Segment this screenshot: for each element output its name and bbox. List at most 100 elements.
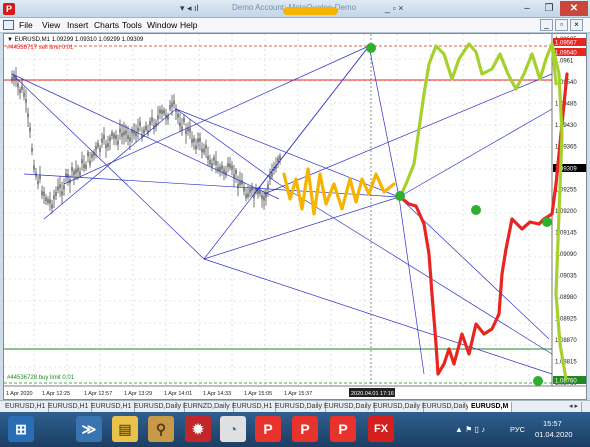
mdi-restore-button[interactable]: ▫: [555, 19, 568, 31]
candle-body: [121, 132, 123, 137]
candle-body: [267, 184, 269, 189]
candle-body: [105, 144, 107, 149]
trend-line: [43, 108, 177, 220]
candle-body: [63, 185, 65, 190]
menu-window[interactable]: Window: [147, 20, 177, 30]
chart-tab[interactable]: EURUSD,Daily: [131, 402, 186, 412]
trend-line: [368, 45, 400, 198]
candle-body: [25, 99, 27, 104]
menu-insert[interactable]: Insert: [67, 20, 88, 30]
candle-body: [37, 180, 39, 185]
chart-symbol-header: ▼ EURUSD,M1 1.09299 1.09310 1.09299 1.09…: [7, 37, 144, 43]
chart-tab[interactable]: EURUSD,Daily: [272, 402, 327, 412]
candle-body: [277, 158, 279, 163]
menu-charts[interactable]: Charts: [94, 20, 119, 30]
chart-app-icon[interactable]: ◔: [220, 416, 246, 442]
inner-window-controls[interactable]: _ ▫ ×: [385, 3, 421, 15]
candle-body: [85, 164, 87, 169]
chart-tab[interactable]: EURUSD,Daily: [321, 402, 376, 412]
minimize-button[interactable]: –: [516, 1, 538, 16]
broom-icon[interactable]: ⚲: [148, 416, 174, 442]
language-indicator[interactable]: РУС: [510, 425, 525, 434]
chart-tab[interactable]: EURUSD,Daily: [419, 402, 474, 412]
folder-icon[interactable]: ▤: [112, 416, 138, 442]
trend-line: [175, 108, 280, 185]
candle-body: [215, 160, 217, 165]
app-logo-icon[interactable]: P: [3, 3, 15, 15]
candle-body: [191, 139, 193, 144]
candle-body: [11, 76, 13, 81]
candle-body: [47, 198, 49, 203]
candle-body: [219, 166, 221, 171]
quick-toolbar[interactable]: ▾ ◂ ıl: [180, 3, 230, 15]
candle-body: [101, 138, 103, 143]
chart-tab[interactable]: EURUSD,Daily: [370, 402, 425, 412]
chart-tab-bar: EURUSD,H1 EURUSD,H1 EURUSD,H1 EURUSD,Daily E…: [0, 400, 590, 412]
candle-body: [263, 196, 265, 201]
p-app-icon-2[interactable]: P: [292, 416, 318, 442]
candle-body: [173, 100, 175, 105]
maximize-button[interactable]: ❐: [538, 1, 560, 16]
candle-body: [119, 128, 121, 133]
price-axis-label: 1.09485: [555, 102, 577, 108]
chart-tab[interactable]: EURUSD,H1: [2, 402, 50, 412]
menu-view[interactable]: View: [42, 20, 60, 30]
candle-body: [77, 167, 79, 172]
chart-canvas[interactable]: 1.096051.09611.095401.094851.094301.0936…: [4, 34, 587, 400]
p-app-icon[interactable]: P: [255, 416, 281, 442]
candle-body: [227, 163, 229, 168]
candle-body: [103, 135, 105, 140]
candle-body: [175, 108, 177, 113]
p-app-icon-3[interactable]: P: [330, 416, 356, 442]
candle-body: [135, 132, 137, 137]
chart-tab[interactable]: EURUSD,M: [468, 402, 513, 412]
tray-icons[interactable]: ▲ ⚑ ▯ ♪: [455, 425, 485, 434]
candle-body: [183, 117, 185, 122]
tab-scroll-arrows[interactable]: ◂ ▸: [566, 402, 582, 412]
candle-body: [45, 197, 47, 202]
candle-body: [247, 193, 249, 198]
trend-line: [11, 73, 205, 260]
time-axis-label: 1 Apr 15:05: [244, 391, 272, 397]
menu-file[interactable]: File: [19, 20, 33, 30]
terminal-icon[interactable]: ≫: [76, 416, 102, 442]
time-axis-label: 1 Apr 14:33: [203, 391, 231, 397]
fx-app-icon[interactable]: FX: [368, 416, 394, 442]
candle-body: [179, 122, 181, 127]
candle-body: [117, 140, 119, 145]
candle-body: [225, 171, 227, 176]
green-marker-dot: [366, 43, 376, 53]
price-axis-label: 1.09430: [555, 123, 577, 129]
start-icon[interactable]: ⊞: [8, 416, 34, 442]
chart-tab[interactable]: EURUSD,H1: [229, 402, 277, 412]
buy-limit-label: #44536728 buy limit 0.01: [7, 375, 75, 381]
chart-tab[interactable]: EURUSD,H1: [88, 402, 136, 412]
menu-help[interactable]: Help: [180, 20, 197, 30]
candle-body: [71, 167, 73, 172]
price-chart[interactable]: 1.096051.09611.095401.094851.094301.0936…: [3, 33, 587, 400]
clock-date[interactable]: 01.04.2020: [535, 430, 573, 439]
mdi-close-button[interactable]: ×: [570, 19, 583, 31]
candle-body: [87, 152, 89, 157]
candle-body: [157, 115, 159, 120]
green-marker-dot: [395, 191, 405, 201]
price-tag-label: 1.09540: [555, 51, 577, 57]
candle-body: [107, 143, 109, 148]
candle-body: [189, 128, 191, 133]
clock-time[interactable]: 15:57: [543, 419, 562, 428]
close-button[interactable]: ✕: [560, 1, 588, 16]
gear-icon[interactable]: ✹: [185, 416, 211, 442]
green-marker-dot: [471, 205, 481, 215]
time-axis-label: 1 Apr 14:01: [164, 391, 192, 397]
candle-body: [193, 138, 195, 143]
chart-tab[interactable]: EURUSD,H1: [45, 402, 93, 412]
menu-tools[interactable]: Tools: [122, 20, 142, 30]
candle-body: [23, 92, 25, 97]
chart-window-icon[interactable]: [3, 20, 14, 30]
candle-body: [185, 130, 187, 135]
candle-body: [137, 127, 139, 132]
candle-body: [161, 110, 163, 115]
mdi-minimize-button[interactable]: _: [540, 19, 553, 31]
chart-tab[interactable]: EURNZD,Daily: [180, 402, 234, 412]
time-axis-label: 1 Apr 2020: [6, 391, 33, 397]
